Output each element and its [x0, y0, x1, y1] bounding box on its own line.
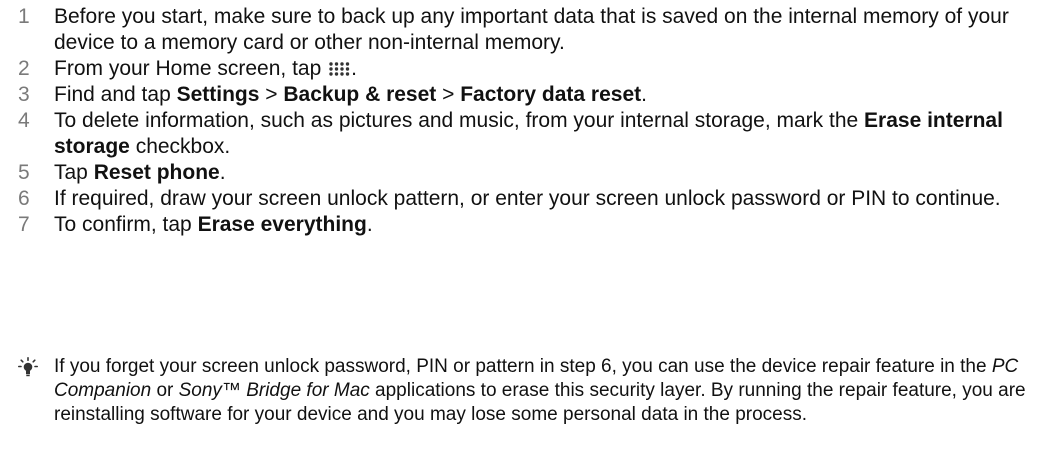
text-run: checkbox.: [129, 135, 231, 158]
ui-term: Reset phone: [93, 161, 220, 184]
instruction-page: 1 Before you start, make sure to back up …: [0, 0, 1051, 472]
apps-grid-icon: [329, 62, 350, 76]
step-item: 6 If required, draw your screen unlock pa…: [18, 186, 1038, 212]
ui-term: Backup & reset: [283, 83, 437, 106]
step-item: 3 Find and tap Settings > Backup & reset …: [18, 82, 1038, 108]
step-item: 7 To confirm, tap Erase everything.: [18, 212, 1038, 238]
tip-note: If you forget your screen unlock passwor…: [18, 355, 1038, 427]
step-item: 4 To delete information, such as pictures…: [18, 108, 1038, 160]
step-number: 6: [18, 187, 30, 210]
text-run: .: [219, 161, 226, 184]
step-number: 5: [18, 161, 30, 184]
text-run: If you forget your screen unlock passwor…: [54, 356, 992, 377]
step-text: To delete information, such as pictures …: [54, 109, 1003, 158]
text-run: If required, draw your screen unlock pat…: [54, 187, 1001, 210]
step-text: To confirm, tap Erase everything.: [54, 213, 373, 236]
text-run: .: [641, 83, 647, 106]
step-text: Before you start, make sure to back up a…: [54, 5, 1009, 54]
step-number: 3: [18, 83, 30, 106]
step-item: 1 Before you start, make sure to back up …: [18, 4, 1038, 56]
step-item: 2 From your Home screen, tap .: [18, 56, 1038, 82]
text-run: From your Home screen, tap: [54, 57, 328, 80]
text-run: .: [351, 57, 357, 80]
lightbulb-icon: [18, 357, 38, 377]
app-name: Sony™ Bridge for Mac: [178, 380, 370, 401]
text-run: >: [259, 83, 284, 106]
text-run: Before you start, make sure to back up a…: [54, 5, 1009, 54]
step-text: From your Home screen, tap .: [54, 57, 357, 80]
step-number: 7: [18, 213, 30, 236]
step-number: 1: [18, 5, 30, 28]
tip-text: If you forget your screen unlock passwor…: [18, 355, 1038, 427]
text-run: or: [151, 380, 179, 401]
step-number: 2: [18, 57, 30, 80]
ui-term: Erase everything: [197, 213, 367, 236]
text-run: >: [436, 83, 461, 106]
ui-term: Settings: [176, 83, 260, 106]
step-number: 4: [18, 109, 30, 132]
text-run: To confirm, tap: [54, 213, 198, 236]
step-item: 5 Tap Reset phone.: [18, 160, 1038, 186]
step-text: If required, draw your screen unlock pat…: [54, 187, 1001, 210]
ui-term: Factory data reset: [460, 83, 642, 106]
step-text: Find and tap Settings > Backup & reset >…: [54, 83, 647, 106]
text-run: Find and tap: [54, 83, 177, 106]
step-text: Tap Reset phone.: [54, 161, 226, 184]
text-run: To delete information, such as pictures …: [54, 109, 865, 132]
text-run: .: [366, 213, 373, 236]
steps-list: 1 Before you start, make sure to back up …: [18, 4, 1038, 238]
text-run: Tap: [54, 161, 94, 184]
